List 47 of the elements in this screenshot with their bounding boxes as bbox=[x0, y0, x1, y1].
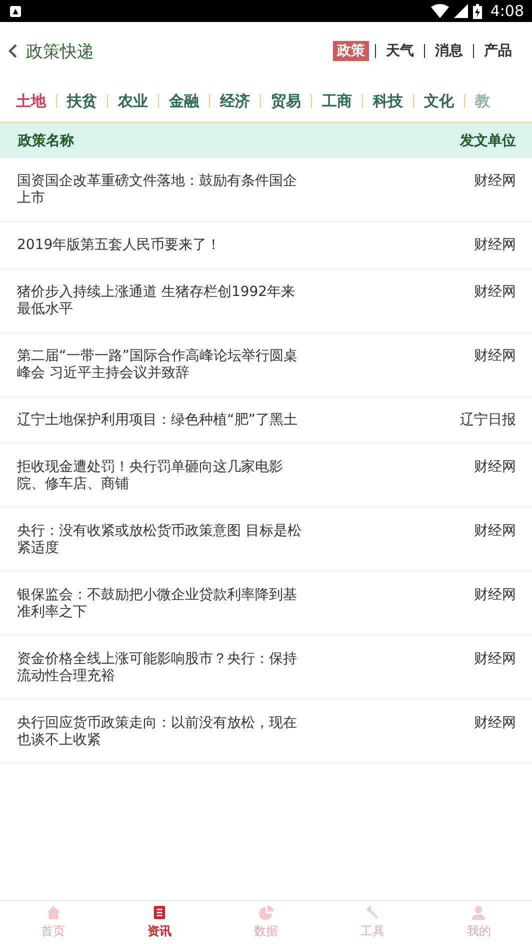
policy-title[interactable]: 银保监会：不鼓励把小微企业贷款利率降到基准利率之下 bbox=[17, 587, 302, 621]
category-tab[interactable]: 文化 bbox=[418, 92, 460, 110]
category-tab[interactable]: 扶贫 bbox=[61, 92, 103, 110]
source-cell: 财经网 bbox=[474, 523, 516, 540]
category-tab[interactable]: 贸易 bbox=[265, 92, 307, 110]
status-time: 4:08 bbox=[490, 2, 524, 20]
nav-tab[interactable]: 资讯 bbox=[106, 901, 213, 944]
category-tab[interactable]: 经济 bbox=[214, 92, 256, 110]
header-tab[interactable]: 产品 bbox=[480, 41, 516, 61]
pie-chart-icon bbox=[258, 905, 274, 920]
policy-title[interactable]: 2019年版第五套人民币要来了！ bbox=[17, 237, 302, 254]
policy-title[interactable]: 第二届“一带一路”国际合作高峰论坛举行圆桌峰会 习近平主持会议并致辞 bbox=[17, 348, 302, 382]
source-cell: 财经网 bbox=[474, 237, 516, 254]
page-title: 政策快递 bbox=[26, 40, 95, 62]
category-tab[interactable]: 工商 bbox=[316, 92, 358, 110]
column-header: 政策名称 bbox=[18, 132, 74, 150]
policy-title[interactable]: 资金价格全线上涨可能影响股市？央行：保持流动性合理充裕 bbox=[17, 651, 302, 685]
header-tab[interactable]: 天气 bbox=[382, 41, 418, 61]
home-icon bbox=[46, 905, 61, 920]
source-cell: 财经网 bbox=[474, 284, 516, 301]
policy-title[interactable]: 拒收现金遭处罚！央行罚单砸向这几家电影院、修车店、商铺 bbox=[17, 459, 302, 493]
source-cell: 财经网 bbox=[474, 715, 516, 732]
header-tab[interactable]: 消息 bbox=[431, 41, 467, 61]
header-tab[interactable]: 政策 bbox=[333, 41, 369, 61]
category-tab[interactable]: 土地 bbox=[10, 92, 52, 110]
back-icon[interactable] bbox=[8, 43, 18, 59]
signal-icon bbox=[454, 4, 468, 18]
wifi-icon bbox=[431, 4, 450, 18]
column-header: 发文单位 bbox=[460, 132, 516, 150]
notification-icon bbox=[10, 6, 21, 16]
document-icon bbox=[152, 905, 168, 920]
policy-title[interactable]: 辽宁土地保护利用项目：绿色种植“肥”了黑土 bbox=[17, 412, 302, 429]
policy-title[interactable]: 央行回应货币政策走向：以前没有放松，现在也谈不上收紧 bbox=[17, 715, 302, 749]
policy-title[interactable]: 国资国企改革重磅文件落地：鼓励有条件国企上市 bbox=[17, 173, 302, 207]
category-tab[interactable]: 金融 bbox=[163, 92, 205, 110]
category-tab[interactable]: 农业 bbox=[112, 92, 154, 110]
source-cell: 财经网 bbox=[474, 173, 516, 190]
source-cell: 财经网 bbox=[474, 587, 516, 604]
policy-title[interactable]: 央行：没有收紧或放松货币政策意图 目标是松紧适度 bbox=[17, 523, 302, 557]
policy-title[interactable]: 猪价步入持续上涨通道 生猪存栏创1992年来最低水平 bbox=[17, 284, 302, 318]
person-icon bbox=[471, 905, 486, 920]
source-cell: 财经网 bbox=[474, 651, 516, 668]
battery-icon bbox=[473, 4, 482, 18]
category-tab[interactable]: 科技 bbox=[367, 92, 409, 110]
source-cell: 财经网 bbox=[474, 459, 516, 476]
source-cell: 财经网 bbox=[474, 348, 516, 365]
source-cell: 辽宁日报 bbox=[460, 412, 516, 429]
